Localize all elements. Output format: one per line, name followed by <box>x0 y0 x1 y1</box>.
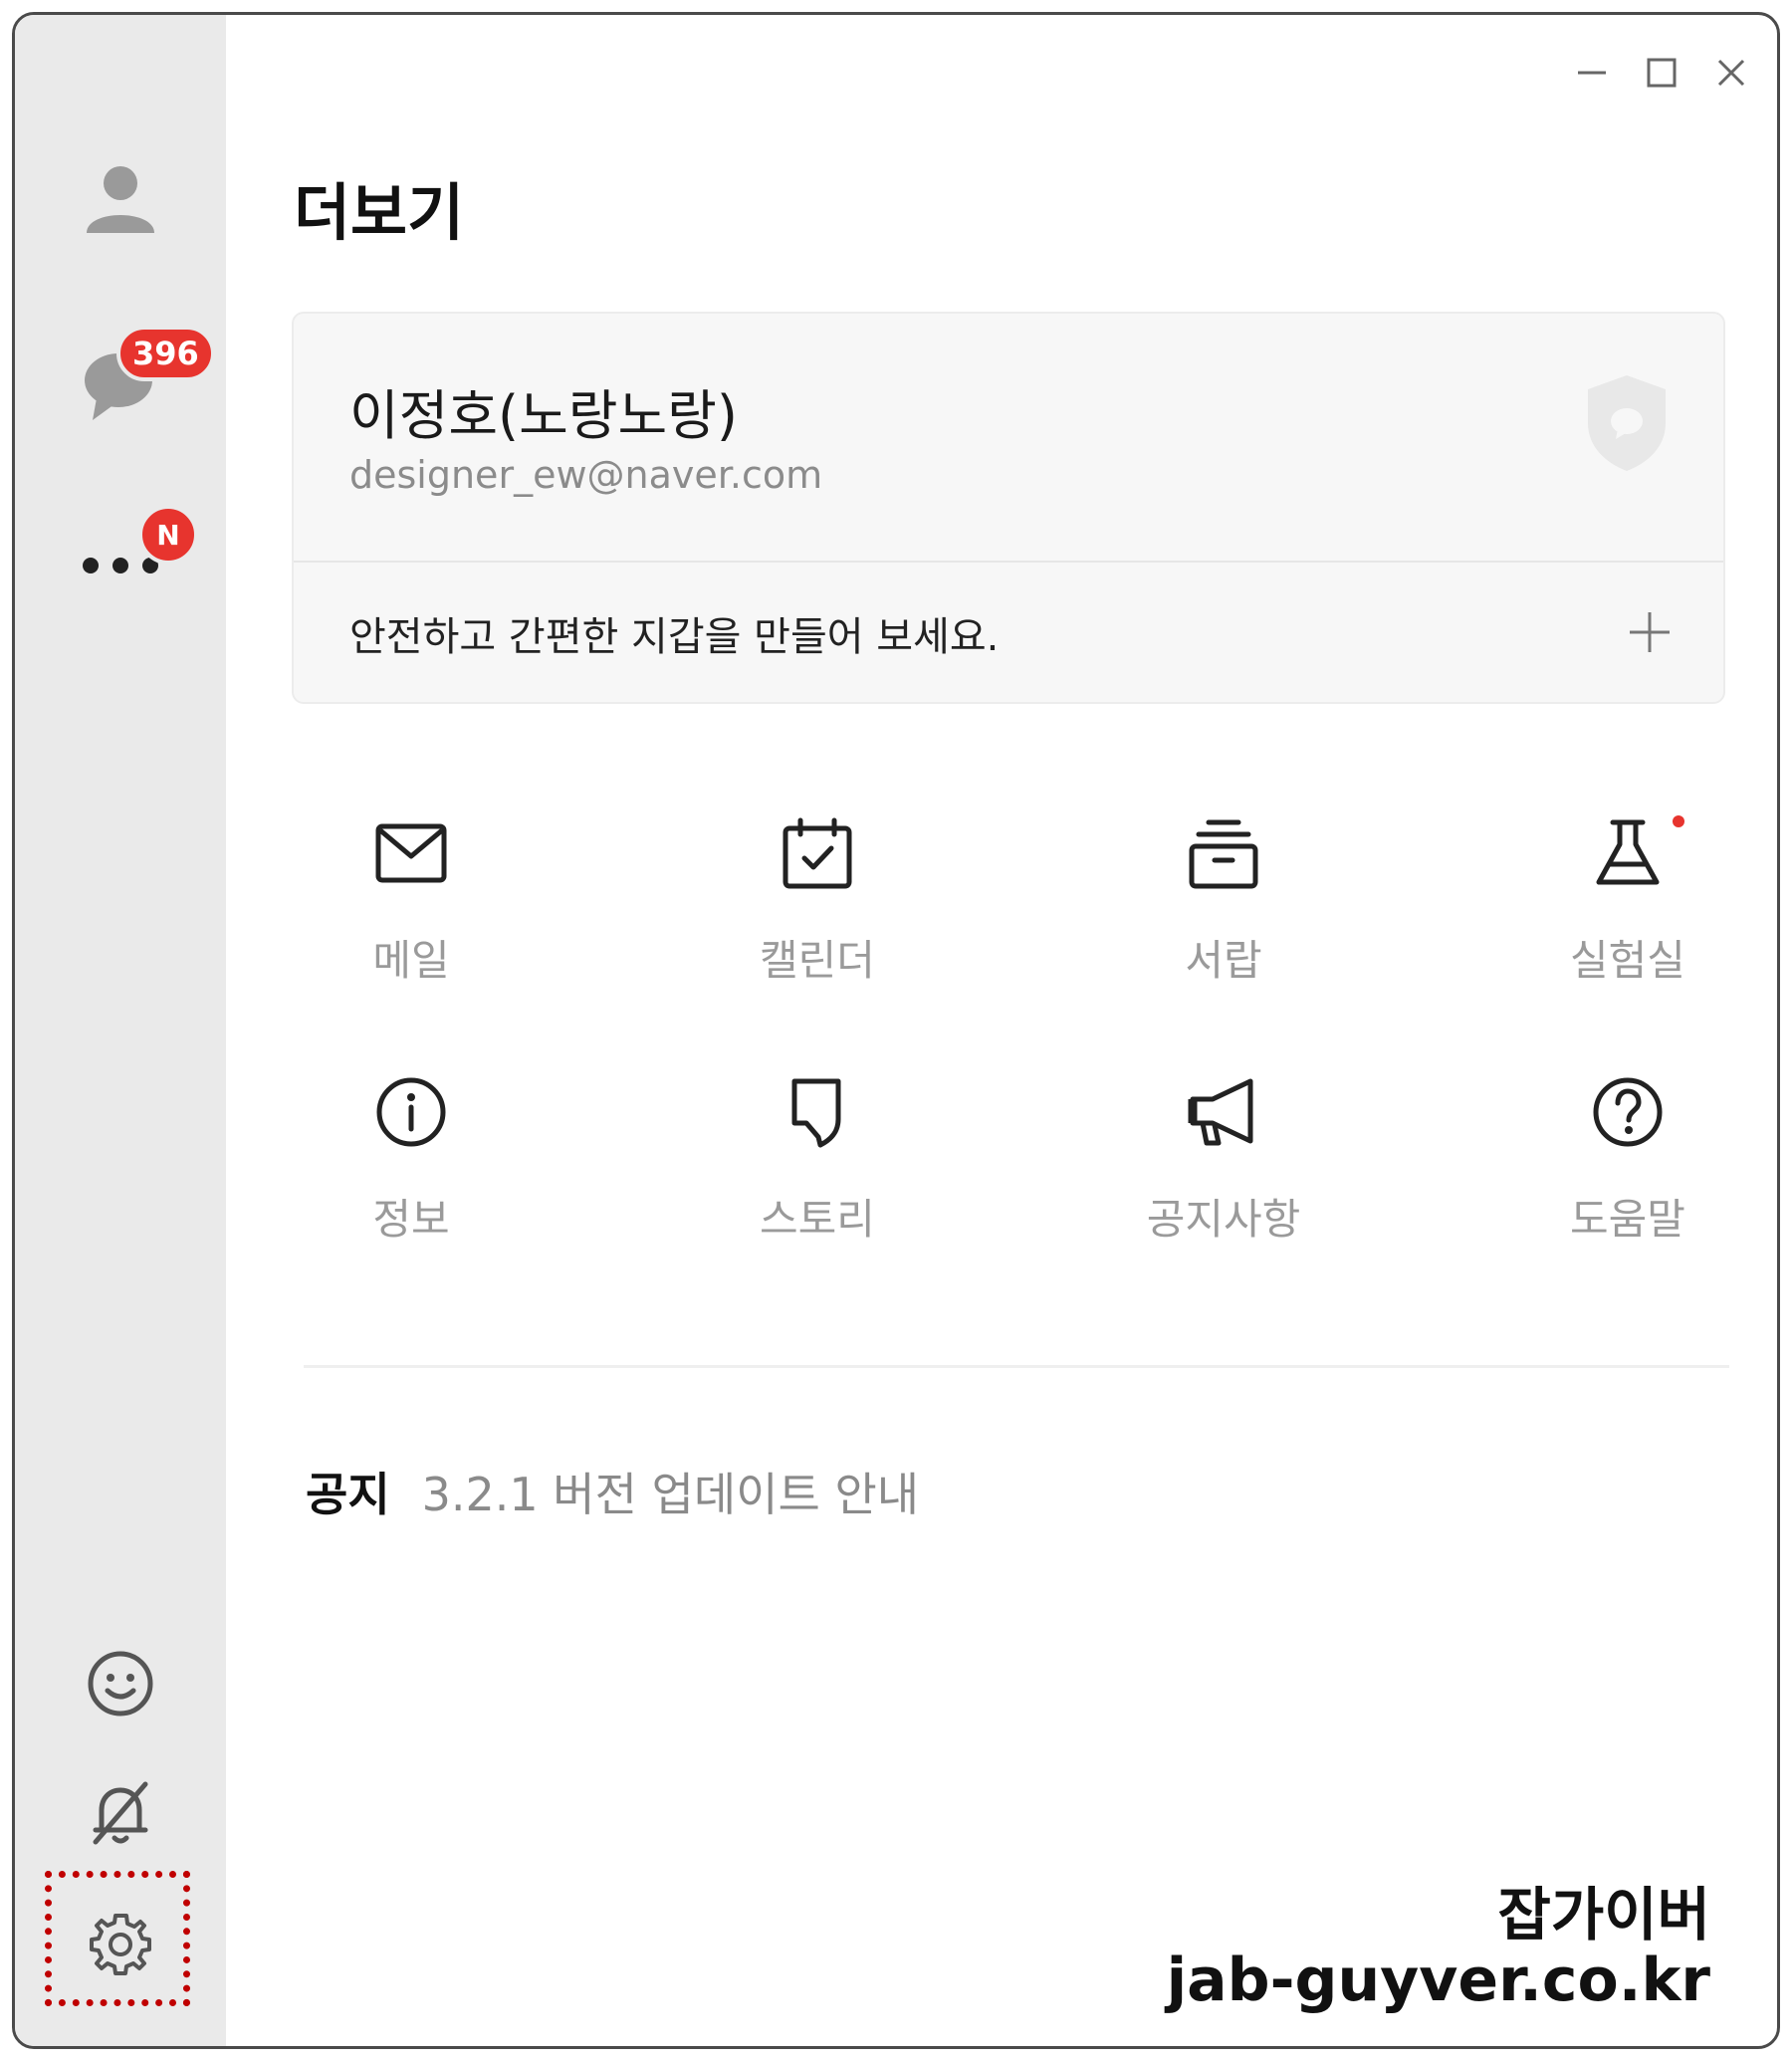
maximize-icon <box>1647 58 1677 88</box>
settings-highlight-frame <box>45 1871 190 2006</box>
profile-card[interactable]: 이정호(노랑노랑) designer_ew@naver.com 안전하고 간편한… <box>292 312 1725 704</box>
story-icon <box>791 1078 841 1148</box>
flask-icon <box>1596 819 1660 885</box>
minimize-button[interactable] <box>1562 43 1622 103</box>
new-badge: N <box>138 505 198 565</box>
app-window: 396 N 더보기 이정호(노랑노랑) designer_ew@naver.co… <box>12 12 1780 2049</box>
shield-icon <box>1588 375 1666 471</box>
notice-row[interactable]: 공지 3.2.1 버전 업데이트 안내 <box>306 1459 919 1524</box>
plus-icon[interactable] <box>1624 606 1676 658</box>
sidebar-item-emoticon[interactable] <box>15 1634 226 1733</box>
help-icon <box>1593 1077 1663 1147</box>
new-indicator-dot <box>1673 815 1684 827</box>
minimize-icon <box>1578 71 1606 75</box>
menu-item-notice[interactable]: 공지사항 <box>1114 1072 1333 1281</box>
menu-item-label: 공지사항 <box>1146 1195 1301 1244</box>
maximize-button[interactable] <box>1632 43 1691 103</box>
page-title: 더보기 <box>294 176 465 249</box>
wallet-create-row[interactable]: 안전하고 간편한 지갑을 만들어 보세요. <box>294 563 1723 704</box>
sidebar: 396 N <box>15 15 226 2046</box>
watermark: 잡가이버 jab-guyver.co.kr <box>1165 1881 1711 2015</box>
menu-item-mail[interactable]: 메일 <box>302 813 521 1023</box>
bell-off-icon <box>93 1781 148 1845</box>
menu-item-lab[interactable]: 실험실 <box>1518 813 1737 1023</box>
sidebar-item-friends[interactable] <box>15 144 226 254</box>
menu-item-label: 캘린더 <box>760 936 875 985</box>
menu-item-label: 서랍 <box>1185 936 1262 985</box>
close-icon <box>1717 59 1745 87</box>
profile-name: 이정호(노랑노랑) <box>349 384 738 447</box>
watermark-title: 잡가이버 <box>1496 1881 1711 1949</box>
profile-email: designer_ew@naver.com <box>349 453 823 497</box>
section-divider <box>304 1365 1729 1368</box>
menu-item-drawer[interactable]: 서랍 <box>1114 813 1333 1023</box>
drawer-icon <box>1189 819 1258 889</box>
menu-item-label: 메일 <box>372 936 450 985</box>
unread-count-badge: 396 <box>116 326 215 381</box>
menu-item-label: 스토리 <box>760 1195 875 1244</box>
notice-text: 3.2.1 버전 업데이트 안내 <box>421 1468 920 1521</box>
sidebar-item-notifications[interactable] <box>15 1763 226 1863</box>
info-icon <box>376 1077 446 1147</box>
wallet-prompt: 안전하고 간편한 지갑을 만들어 보세요. <box>349 614 1000 660</box>
person-icon <box>87 166 154 233</box>
mail-icon <box>375 823 447 883</box>
smiley-icon <box>88 1651 153 1716</box>
menu-item-story[interactable]: 스토리 <box>708 1072 927 1281</box>
menu-item-label: 정보 <box>372 1195 450 1244</box>
close-button[interactable] <box>1701 43 1761 103</box>
menu-item-label: 도움말 <box>1570 1195 1685 1244</box>
notice-label: 공지 <box>306 1468 390 1521</box>
calendar-icon <box>783 817 852 889</box>
menu-item-help[interactable]: 도움말 <box>1518 1072 1737 1281</box>
watermark-url: jab-guyver.co.kr <box>1165 1945 1711 2015</box>
menu-item-label: 실험실 <box>1570 936 1685 985</box>
menu-item-info[interactable]: 정보 <box>302 1072 521 1281</box>
megaphone-icon <box>1188 1078 1253 1146</box>
menu-item-calendar[interactable]: 캘린더 <box>708 813 927 1023</box>
